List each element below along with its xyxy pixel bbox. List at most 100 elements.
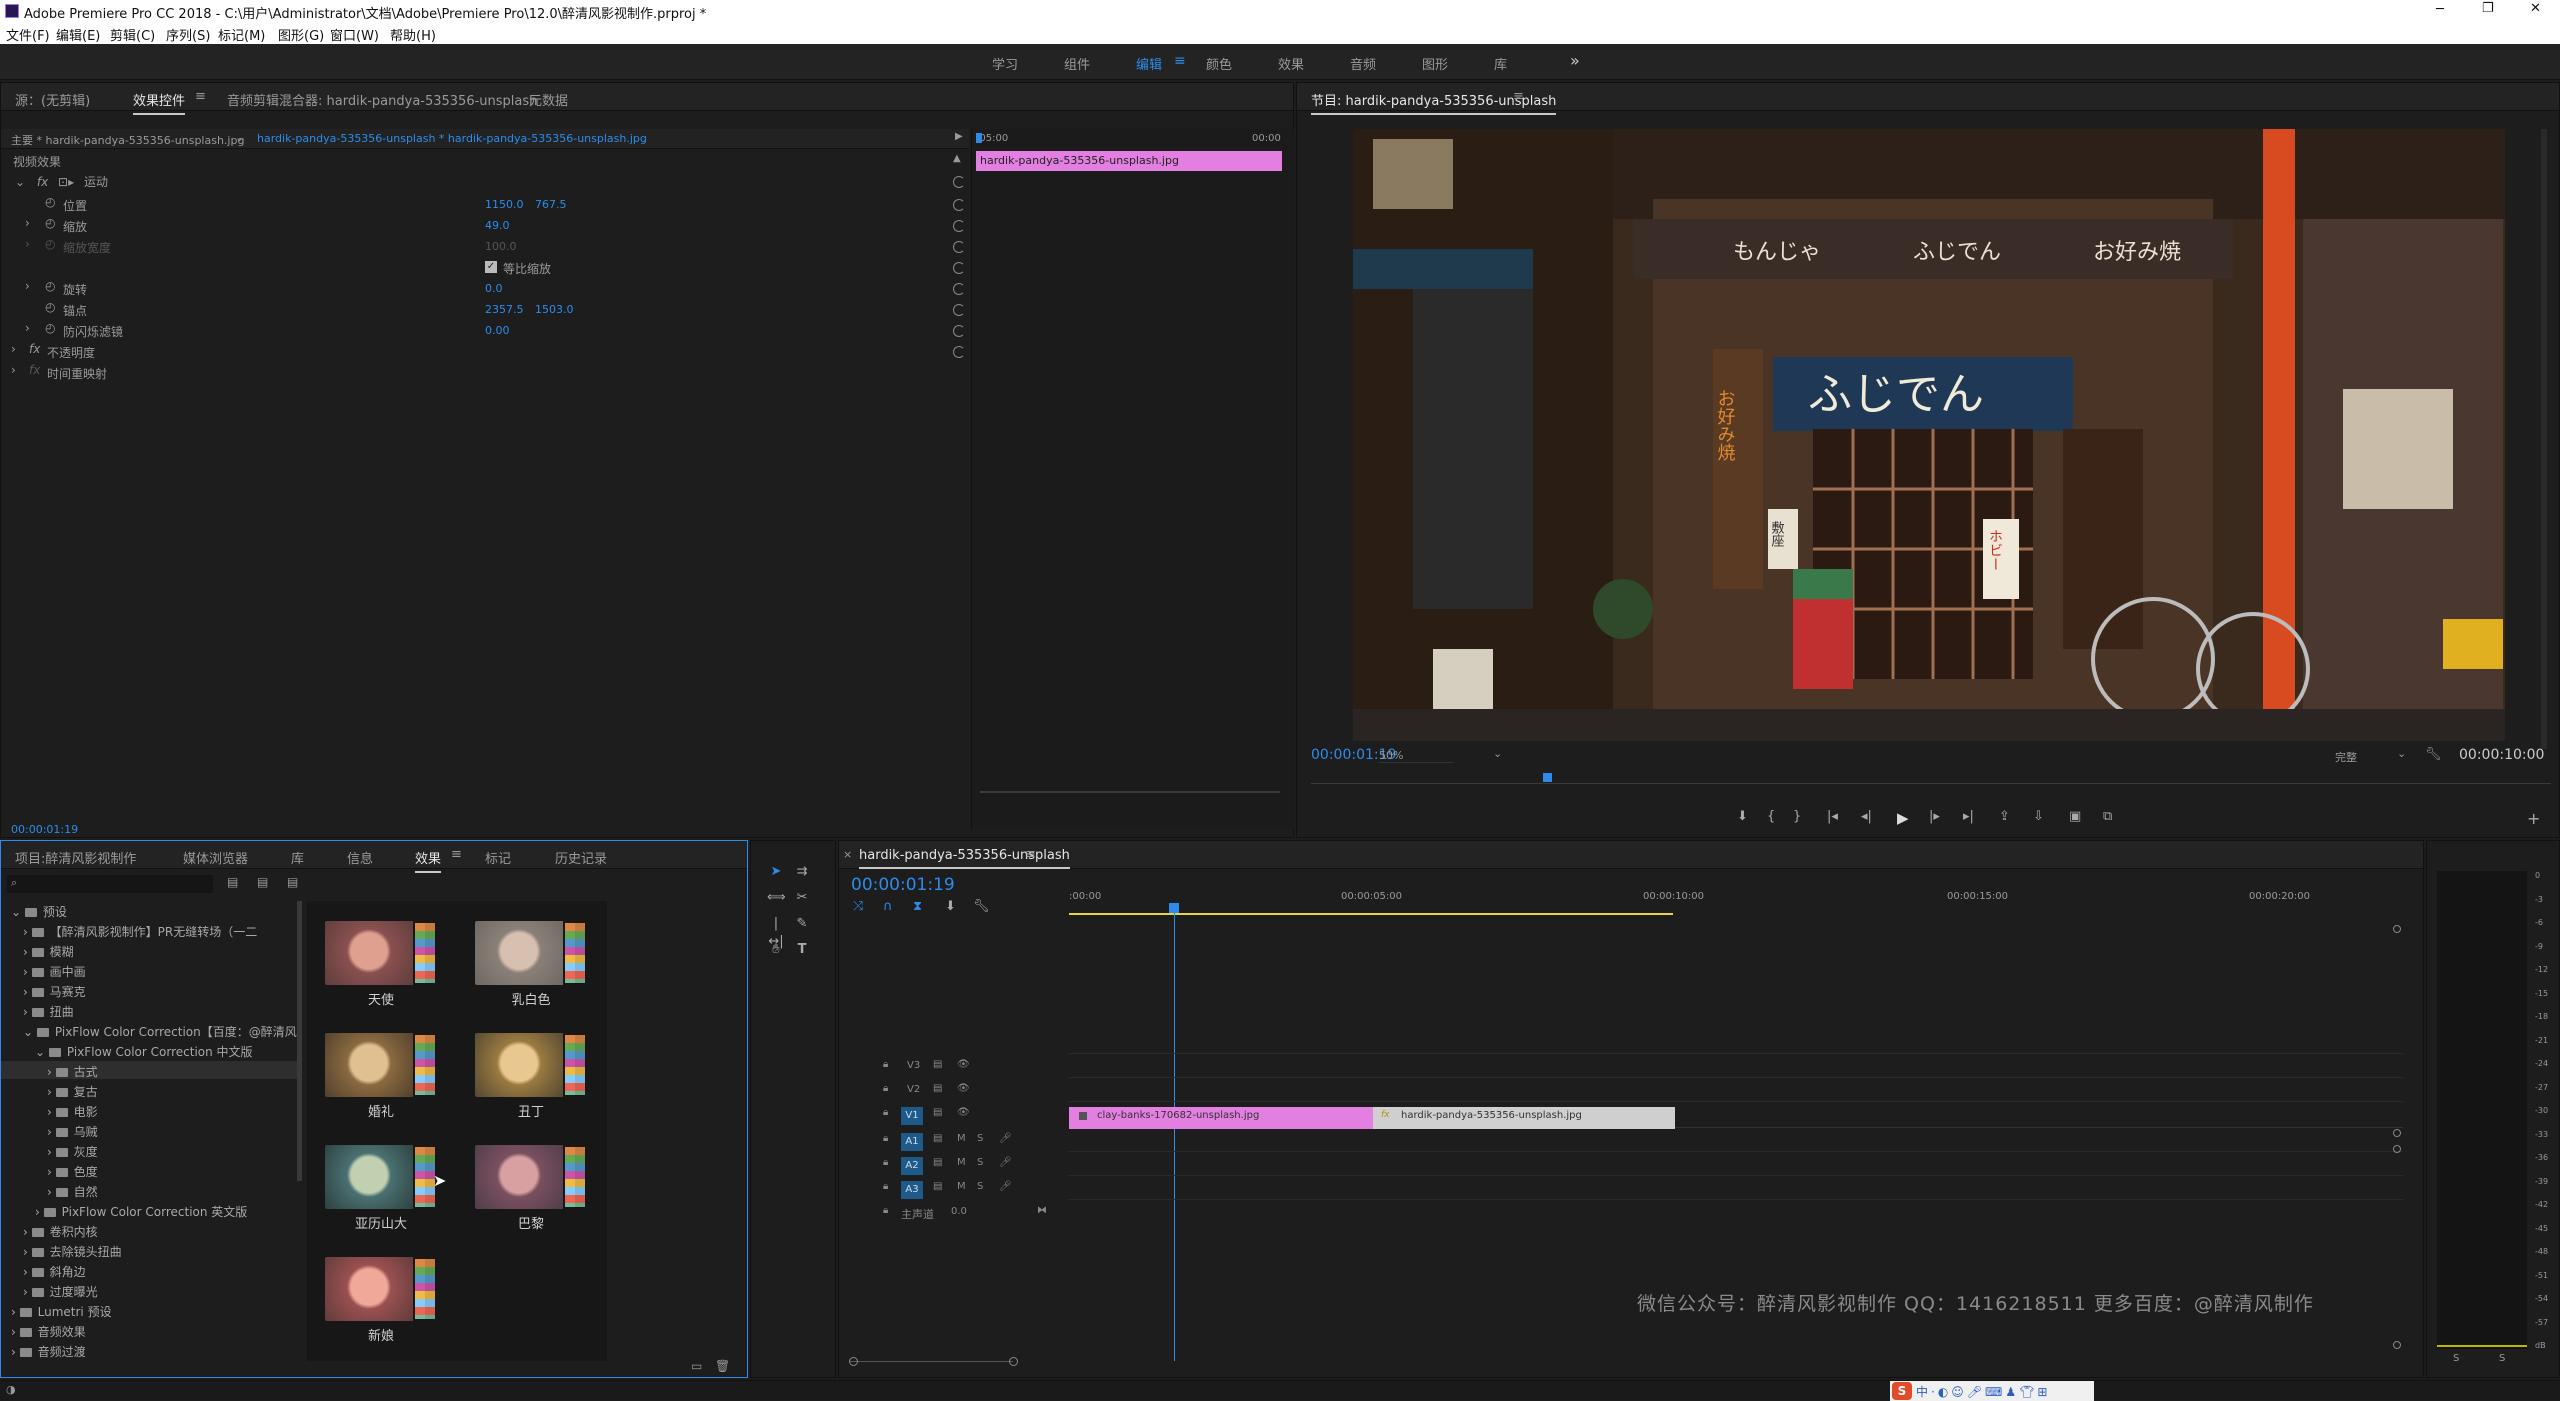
chevron-down-icon[interactable]: ⌄ [235,131,244,144]
reset-icon[interactable] [953,325,965,337]
tree-item[interactable]: › 过度曝光 [23,1283,98,1300]
new-bin-icon[interactable]: ▭ [691,1359,702,1373]
delete-icon[interactable]: 🗑︎ [715,1359,730,1373]
tab-metadata[interactable]: 元数据 [529,90,568,109]
anchor-x-value[interactable]: 2357.5 [485,303,524,316]
quality-select[interactable]: 完整 [2335,749,2357,765]
lock-icon[interactable]: 🔒︎ [883,1181,888,1192]
position-y-value[interactable]: 767.5 [535,198,567,211]
tree-item[interactable]: ⌄ PixFlow Color Correction 中文版 [35,1043,253,1060]
tab-source[interactable]: 源：(无剪辑) [15,90,90,109]
workspace-color[interactable]: 颜色 [1206,54,1232,73]
sync-lock-icon[interactable]: ▤ [933,1107,942,1118]
tree-item[interactable]: › 去除镜头扭曲 [23,1243,122,1260]
sync-lock-icon[interactable]: ▤ [933,1133,942,1144]
stopwatch-icon[interactable]: ◴ [45,279,55,293]
tree-item[interactable]: › Lumetri 预设 [11,1303,112,1320]
mute-icon[interactable]: M [957,1181,966,1192]
ime-toolbar[interactable]: S 中·◐☺🎤︎⌨︎♟︎👕︎⊞ [1890,1381,2094,1401]
menu-graphics[interactable]: 图形(G) [278,25,324,44]
tree-item[interactable]: › 电影 [47,1103,98,1120]
expand-icon[interactable]: › [11,342,16,356]
track-select-tool-icon[interactable]: ⇉ [793,863,811,881]
reset-icon[interactable] [953,262,965,274]
ime-icons[interactable]: 中·◐☺🎤︎⌨︎♟︎👕︎⊞ [1916,1383,2050,1400]
preset-thumb-angel[interactable] [325,921,437,985]
ripple-edit-tool-icon[interactable]: ⟺ [767,889,786,907]
sync-lock-icon[interactable]: ▤ [933,1059,942,1070]
tree-item[interactable]: › 卷积内核 [23,1223,98,1240]
reset-icon[interactable] [953,176,965,188]
program-video-frame[interactable]: もんじゃ ふじでん お好み焼 ふじでん お好み焼 ホビー 敷座 [1353,129,2505,741]
preset-thumb-milky[interactable] [475,921,587,985]
mark-out-icon[interactable]: } [1793,809,1801,824]
comparison-view-icon[interactable]: ⧉ [2103,809,2112,824]
hand-tool-icon[interactable]: ✋︎ [767,941,785,959]
razor-tool-icon[interactable]: ✂ [793,889,811,907]
lock-icon[interactable]: 🔒︎ [883,1157,888,1168]
sync-lock-icon[interactable]: ▤ [933,1157,942,1168]
solo-left-button[interactable]: S [2453,1353,2459,1364]
time-remap-row[interactable]: › fx 时间重映射 [1,363,965,383]
tree-item-selected[interactable]: › 古式 [1,1061,297,1079]
menu-clip[interactable]: 剪辑(C) [110,25,155,44]
menu-window[interactable]: 窗口(W) [330,25,379,44]
tab-libraries[interactable]: 库 [291,848,304,867]
antiflicker-value[interactable]: 0.00 [485,324,510,337]
panel-menu-icon[interactable]: ≡ [1513,89,1524,104]
mute-icon[interactable]: M [957,1157,966,1168]
slip-tool-icon[interactable]: |↔| [767,915,785,949]
mark-in-icon[interactable]: { [1767,809,1775,824]
solo-right-button[interactable]: S [2499,1353,2505,1364]
mini-scroll[interactable] [980,791,1280,793]
timeline-horizontal-scroll[interactable] [849,1357,2397,1367]
effects-search-input[interactable]: ⌕ [7,875,213,893]
stopwatch-icon[interactable]: ◴ [45,216,55,230]
scroll-up-icon[interactable]: ▲ [953,153,961,164]
expand-icon[interactable]: › [25,216,30,230]
sync-lock-icon[interactable]: ▤ [933,1181,942,1192]
tab-history[interactable]: 历史记录 [555,848,607,867]
stopwatch-icon[interactable]: ◴ [45,195,55,209]
sync-lock-icon[interactable]: ▤ [933,1083,942,1094]
time-ruler[interactable]: :00:00 00:00:05:00 00:00:10:00 00:00:15:… [1069,885,2403,917]
more-workspaces-icon[interactable]: » [1570,51,1580,70]
restore-icon[interactable]: ❐ [2482,1,2494,16]
workspace-learn[interactable]: 学习 [992,54,1018,73]
workspace-editing[interactable]: 编辑 [1136,54,1162,73]
add-marker-icon[interactable]: ⬇︎ [1737,809,1748,824]
track-label[interactable]: A2 [901,1157,923,1175]
tab-sequence[interactable]: hardik-pandya-535356-unsplash [859,848,1070,869]
eye-icon[interactable]: 👁︎ [957,1059,970,1070]
eye-icon[interactable]: 👁︎ [957,1107,970,1118]
lock-icon[interactable]: 🔒︎ [883,1205,888,1216]
effect-controls-timecode[interactable]: 00:00:01:19 [11,823,78,836]
reset-icon[interactable] [953,220,965,232]
track-label[interactable]: V3 [907,1060,920,1071]
rotation-value[interactable]: 0.0 [485,282,503,295]
stopwatch-icon[interactable]: ◴ [45,321,55,335]
tree-item[interactable]: › 色度 [47,1163,98,1180]
minimize-icon[interactable]: ─ [2436,2,2444,17]
reset-icon[interactable] [953,199,965,211]
tab-media-browser[interactable]: 媒体浏览器 [183,848,248,867]
position-x-value[interactable]: 1150.0 [485,198,524,211]
anchor-y-value[interactable]: 1503.0 [535,303,574,316]
stopwatch-icon[interactable]: ◴ [45,300,55,314]
yuv-effects-icon[interactable]: ▤ [287,875,298,889]
master-volume[interactable]: 0.0 [951,1206,967,1217]
menu-sequence[interactable]: 序列(S) [166,25,210,44]
menu-file[interactable]: 文件(F) [6,25,50,44]
close-icon[interactable]: × [843,848,852,861]
tree-item[interactable]: › 画中画 [23,963,86,980]
preset-thumb-paris[interactable] [475,1145,587,1209]
tree-item[interactable]: › 复古 [47,1083,98,1100]
program-scrubber[interactable] [1311,773,2551,787]
nest-icon[interactable]: ⤨ [853,899,863,914]
chevron-down-icon[interactable]: ⌄ [1493,747,1502,760]
opacity-row[interactable]: › fx 不透明度 [1,342,965,362]
tab-markers[interactable]: 标记 [485,848,511,867]
expand-icon[interactable]: › [11,363,16,377]
work-area-bar[interactable] [1069,913,1673,915]
workspace-audio[interactable]: 音频 [1350,54,1376,73]
